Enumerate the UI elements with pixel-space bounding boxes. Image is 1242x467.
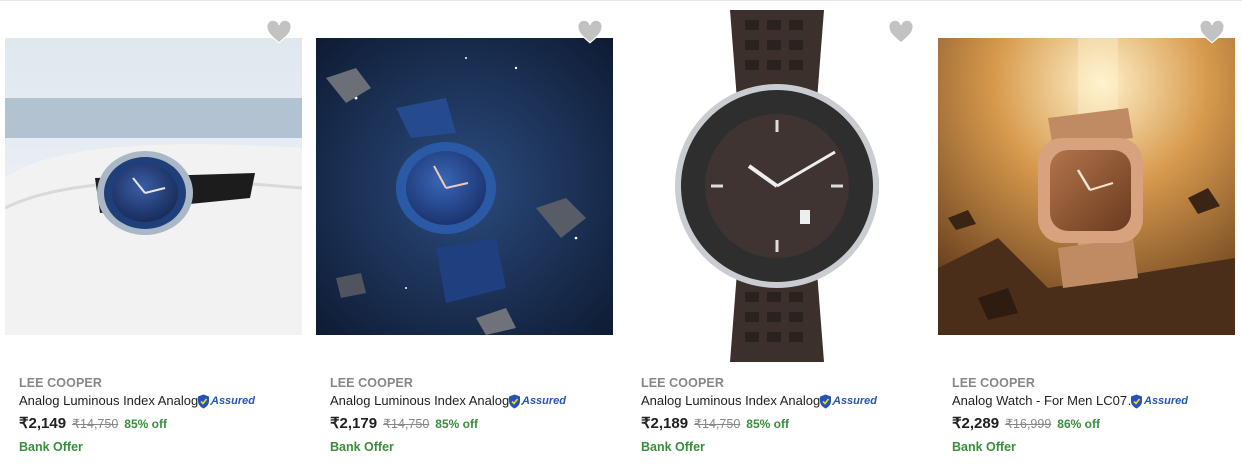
assured-label: Assured [833, 395, 878, 407]
price-row: ₹2,179 ₹14,750 85% off [330, 414, 478, 432]
discount-percent: 85% off [124, 417, 167, 431]
shield-icon [198, 394, 209, 408]
product-card[interactable]: LEE COOPER Analog Luminous Index Analog … [622, 0, 933, 467]
assured-badge: Assured [1130, 393, 1188, 409]
product-brand: LEE COOPER [952, 376, 1035, 390]
shield-icon [820, 394, 831, 408]
wishlist-heart-icon[interactable] [577, 19, 603, 44]
original-price: ₹16,999 [1005, 417, 1052, 431]
bank-offer-link[interactable]: Bank Offer [952, 440, 1016, 454]
price-row: ₹2,149 ₹14,750 85% off [19, 414, 167, 432]
selling-price: ₹2,289 [952, 415, 1000, 432]
product-brand: LEE COOPER [19, 376, 102, 390]
product-card[interactable]: LEE COOPER Analog Watch - For Men LC0736… [933, 0, 1242, 467]
product-brand: LEE COOPER [330, 376, 413, 390]
assured-badge: Assured [508, 393, 566, 409]
discount-percent: 85% off [746, 417, 789, 431]
wishlist-heart-icon[interactable] [888, 19, 914, 44]
assured-badge: Assured [819, 393, 877, 409]
wishlist-heart-icon[interactable] [266, 19, 292, 44]
product-card[interactable]: LEE COOPER Analog Luminous Index Analog … [0, 0, 311, 467]
product-image[interactable] [316, 38, 613, 335]
product-card[interactable]: LEE COOPER Analog Luminous Index Analog … [311, 0, 622, 467]
product-grid: LEE COOPER Analog Luminous Index Analog … [0, 0, 1242, 467]
assured-label: Assured [1144, 395, 1189, 407]
product-brand: LEE COOPER [641, 376, 724, 390]
selling-price: ₹2,149 [19, 415, 67, 432]
product-title-link[interactable]: Analog Luminous Index Analog ... [19, 393, 214, 408]
original-price: ₹14,750 [694, 417, 741, 431]
product-image[interactable] [938, 38, 1235, 335]
discount-percent: 86% off [1057, 417, 1100, 431]
watch-photo-blue-dial-on-white-boat [5, 38, 302, 335]
product-title-link[interactable]: Analog Watch - For Men LC0736... [952, 393, 1147, 408]
shield-icon [1131, 394, 1142, 408]
watch-photo-black-dial-brown-strap [667, 10, 887, 362]
bank-offer-link[interactable]: Bank Offer [330, 440, 394, 454]
shield-icon [509, 394, 520, 408]
watch-photo-blue-in-space [316, 38, 613, 335]
original-price: ₹14,750 [383, 417, 430, 431]
bank-offer-link[interactable]: Bank Offer [641, 440, 705, 454]
assured-label: Assured [211, 395, 256, 407]
original-price: ₹14,750 [72, 417, 119, 431]
selling-price: ₹2,189 [641, 415, 689, 432]
product-image[interactable] [5, 38, 302, 335]
assured-badge: Assured [197, 393, 255, 409]
discount-percent: 85% off [435, 417, 478, 431]
wishlist-heart-icon[interactable] [1199, 19, 1225, 44]
price-row: ₹2,189 ₹14,750 85% off [641, 414, 789, 432]
product-title-link[interactable]: Analog Luminous Index Analog ... [330, 393, 525, 408]
bank-offer-link[interactable]: Bank Offer [19, 440, 83, 454]
watch-photo-rose-gold-explosion [938, 38, 1235, 335]
product-image[interactable] [667, 10, 887, 362]
assured-label: Assured [522, 395, 567, 407]
selling-price: ₹2,179 [330, 415, 378, 432]
product-title-link[interactable]: Analog Luminous Index Analog ... [641, 393, 836, 408]
price-row: ₹2,289 ₹16,999 86% off [952, 414, 1100, 432]
